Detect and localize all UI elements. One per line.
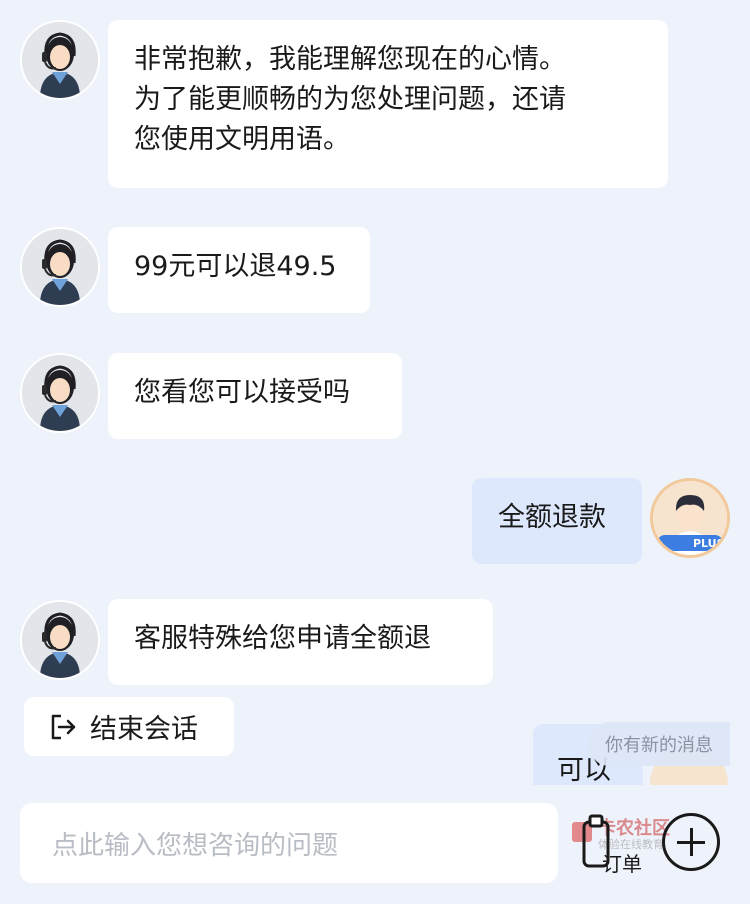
agent-avatar [20, 227, 100, 307]
order-button[interactable]: 订单 [580, 812, 652, 878]
end-session-button[interactable]: 结束会话 [24, 697, 234, 756]
agent-message-bubble: 客服特殊给您申请全额退 [108, 599, 493, 685]
agent-avatar [20, 20, 100, 100]
end-session-label: 结束会话 [90, 714, 198, 745]
agent-message-bubble: 99元可以退49.5 [108, 227, 370, 313]
agent-message-bubble: 非常抱歉，我能理解您现在的心情。 为了能更顺畅的为您处理问题，还请 您使用文明用… [108, 20, 668, 188]
plus-badge: PLUS [693, 537, 725, 550]
exit-icon [51, 714, 76, 739]
chat-area[interactable]: 非常抱歉，我能理解您现在的心情。 为了能更顺畅的为您处理问题，还请 您使用文明用… [0, 0, 750, 785]
user-message-bubble: 全额退款 [472, 478, 642, 564]
plus-circle-icon[interactable] [662, 813, 720, 871]
agent-message-bubble: 您看您可以接受吗 [108, 353, 402, 439]
order-label: 订单 [602, 852, 642, 876]
new-message-toast[interactable]: 你有新的消息 [588, 722, 730, 766]
user-avatar: PLUS [650, 478, 730, 558]
message-input[interactable]: 点此输入您想咨询的问题 [20, 803, 558, 883]
agent-avatar [20, 600, 100, 680]
agent-avatar [20, 353, 100, 433]
input-placeholder: 点此输入您想咨询的问题 [52, 830, 339, 861]
